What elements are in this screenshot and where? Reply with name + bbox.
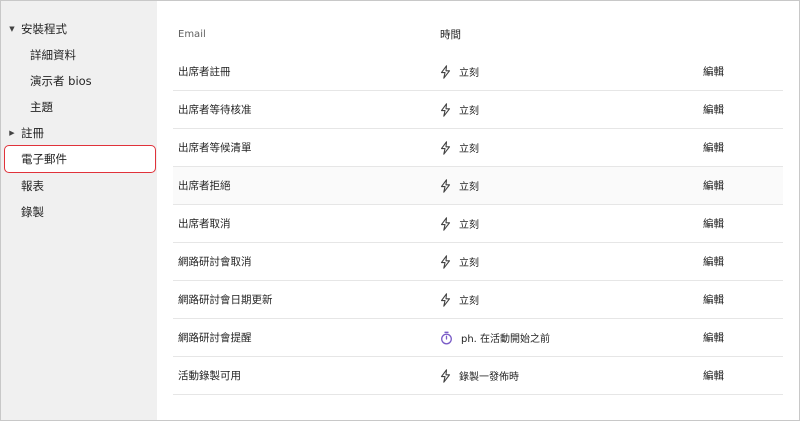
timing-label: 立刻 bbox=[459, 68, 479, 79]
lightning-icon bbox=[440, 368, 451, 383]
sidebar-item-label: 電子郵件 bbox=[21, 152, 67, 166]
table-row: 活動錄製可用 錄製一發佈時 編輯 bbox=[173, 357, 783, 395]
timing-label: 立刻 bbox=[459, 182, 479, 193]
sidebar-item-details[interactable]: 詳細資料 bbox=[1, 42, 157, 68]
email-timing: ph. 在活動開始之前 bbox=[440, 330, 550, 345]
table-row: 出席者取消 立刻 編輯 bbox=[173, 205, 783, 243]
email-timing: 立刻 bbox=[440, 102, 479, 117]
column-header-time: 時間 bbox=[440, 28, 461, 41]
timing-label: 錄製一發佈時 bbox=[459, 372, 519, 383]
column-header-email: Email bbox=[178, 28, 206, 40]
email-timing: 立刻 bbox=[440, 292, 479, 307]
lightning-icon bbox=[440, 216, 451, 231]
email-timing: 立刻 bbox=[440, 254, 479, 269]
edit-link[interactable]: 編輯 bbox=[703, 178, 724, 193]
edit-link[interactable]: 編輯 bbox=[703, 330, 724, 345]
edit-link[interactable]: 編輯 bbox=[703, 102, 724, 117]
lightning-icon bbox=[440, 178, 451, 193]
edit-link[interactable]: 編輯 bbox=[703, 64, 724, 79]
table-row: 網路研討會取消 立刻 編輯 bbox=[173, 243, 783, 281]
email-type-name: 網路研討會提醒 bbox=[178, 332, 252, 344]
sidebar-item-label: 報表 bbox=[21, 179, 44, 193]
lightning-icon bbox=[440, 292, 451, 307]
sidebar-item-email[interactable]: 電子郵件 bbox=[4, 145, 156, 173]
timing-label: 立刻 bbox=[459, 296, 479, 307]
email-timing: 立刻 bbox=[440, 178, 479, 193]
email-settings-panel: Email 時間 出席者註冊 立刻 編輯 出席者等待核准 立刻 編輯 出席者等候清單 立刻 編輯… bbox=[157, 1, 799, 420]
edit-link[interactable]: 編輯 bbox=[703, 216, 724, 231]
table-header: Email 時間 bbox=[173, 21, 783, 47]
email-timing: 錄製一發佈時 bbox=[440, 368, 519, 383]
timing-label: 立刻 bbox=[459, 258, 479, 269]
table-row: 出席者註冊 立刻 編輯 bbox=[173, 53, 783, 91]
edit-link[interactable]: 編輯 bbox=[703, 140, 724, 155]
sidebar-item-presenter-bios[interactable]: 演示者 bios bbox=[1, 68, 157, 94]
edit-link[interactable]: 編輯 bbox=[703, 292, 724, 307]
sidebar-item-label: 詳細資料 bbox=[30, 48, 76, 62]
sidebar-item-label: 主題 bbox=[30, 100, 53, 114]
timing-label: 立刻 bbox=[459, 220, 479, 231]
caret-down-icon: ▼ bbox=[9, 25, 15, 33]
email-type-name: 出席者等候清單 bbox=[178, 142, 252, 154]
sidebar-item-reports[interactable]: 報表 bbox=[1, 173, 157, 199]
sidebar: ▼ 安裝程式 詳細資料 演示者 bios 主題 ▶ 註冊 電子郵件 報表 錄製 bbox=[1, 1, 157, 420]
lightning-icon bbox=[440, 254, 451, 269]
sidebar-item-label: 註冊 bbox=[21, 126, 44, 140]
table-row: 網路研討會日期更新 立刻 編輯 bbox=[173, 281, 783, 319]
table-row: 網路研討會提醒 ph. 在活動開始之前 編輯 bbox=[173, 319, 783, 357]
lightning-icon bbox=[440, 102, 451, 117]
table-row: 出席者等待核准 立刻 編輯 bbox=[173, 91, 783, 129]
timing-label: 立刻 bbox=[459, 106, 479, 117]
email-timing: 立刻 bbox=[440, 140, 479, 155]
sidebar-item-recording[interactable]: 錄製 bbox=[1, 199, 157, 225]
sidebar-item-theme[interactable]: 主題 bbox=[1, 94, 157, 120]
sidebar-item-label: 安裝程式 bbox=[21, 22, 67, 36]
email-type-name: 活動錄製可用 bbox=[178, 370, 241, 382]
sidebar-group-setup[interactable]: ▼ 安裝程式 bbox=[1, 16, 157, 42]
timing-label: ph. 在活動開始之前 bbox=[461, 334, 551, 345]
email-type-name: 出席者取消 bbox=[178, 218, 231, 230]
sidebar-group-registration[interactable]: ▶ 註冊 bbox=[1, 120, 157, 146]
email-type-name: 出席者註冊 bbox=[178, 66, 231, 78]
email-type-name: 網路研討會取消 bbox=[178, 256, 252, 268]
email-timing: 立刻 bbox=[440, 64, 479, 79]
email-type-name: 出席者拒絕 bbox=[178, 180, 231, 192]
table-row: 出席者拒絕 立刻 編輯 bbox=[173, 167, 783, 205]
timer-icon bbox=[440, 331, 453, 345]
email-timing: 立刻 bbox=[440, 216, 479, 231]
email-type-name: 出席者等待核准 bbox=[178, 104, 252, 116]
email-type-name: 網路研討會日期更新 bbox=[178, 294, 273, 306]
timing-label: 立刻 bbox=[459, 144, 479, 155]
caret-right-icon: ▶ bbox=[9, 129, 15, 137]
lightning-icon bbox=[440, 140, 451, 155]
lightning-icon bbox=[440, 64, 451, 79]
sidebar-item-label: 演示者 bios bbox=[30, 74, 92, 88]
edit-link[interactable]: 編輯 bbox=[703, 368, 724, 383]
table-row: 出席者等候清單 立刻 編輯 bbox=[173, 129, 783, 167]
sidebar-item-label: 錄製 bbox=[21, 205, 44, 219]
edit-link[interactable]: 編輯 bbox=[703, 254, 724, 269]
